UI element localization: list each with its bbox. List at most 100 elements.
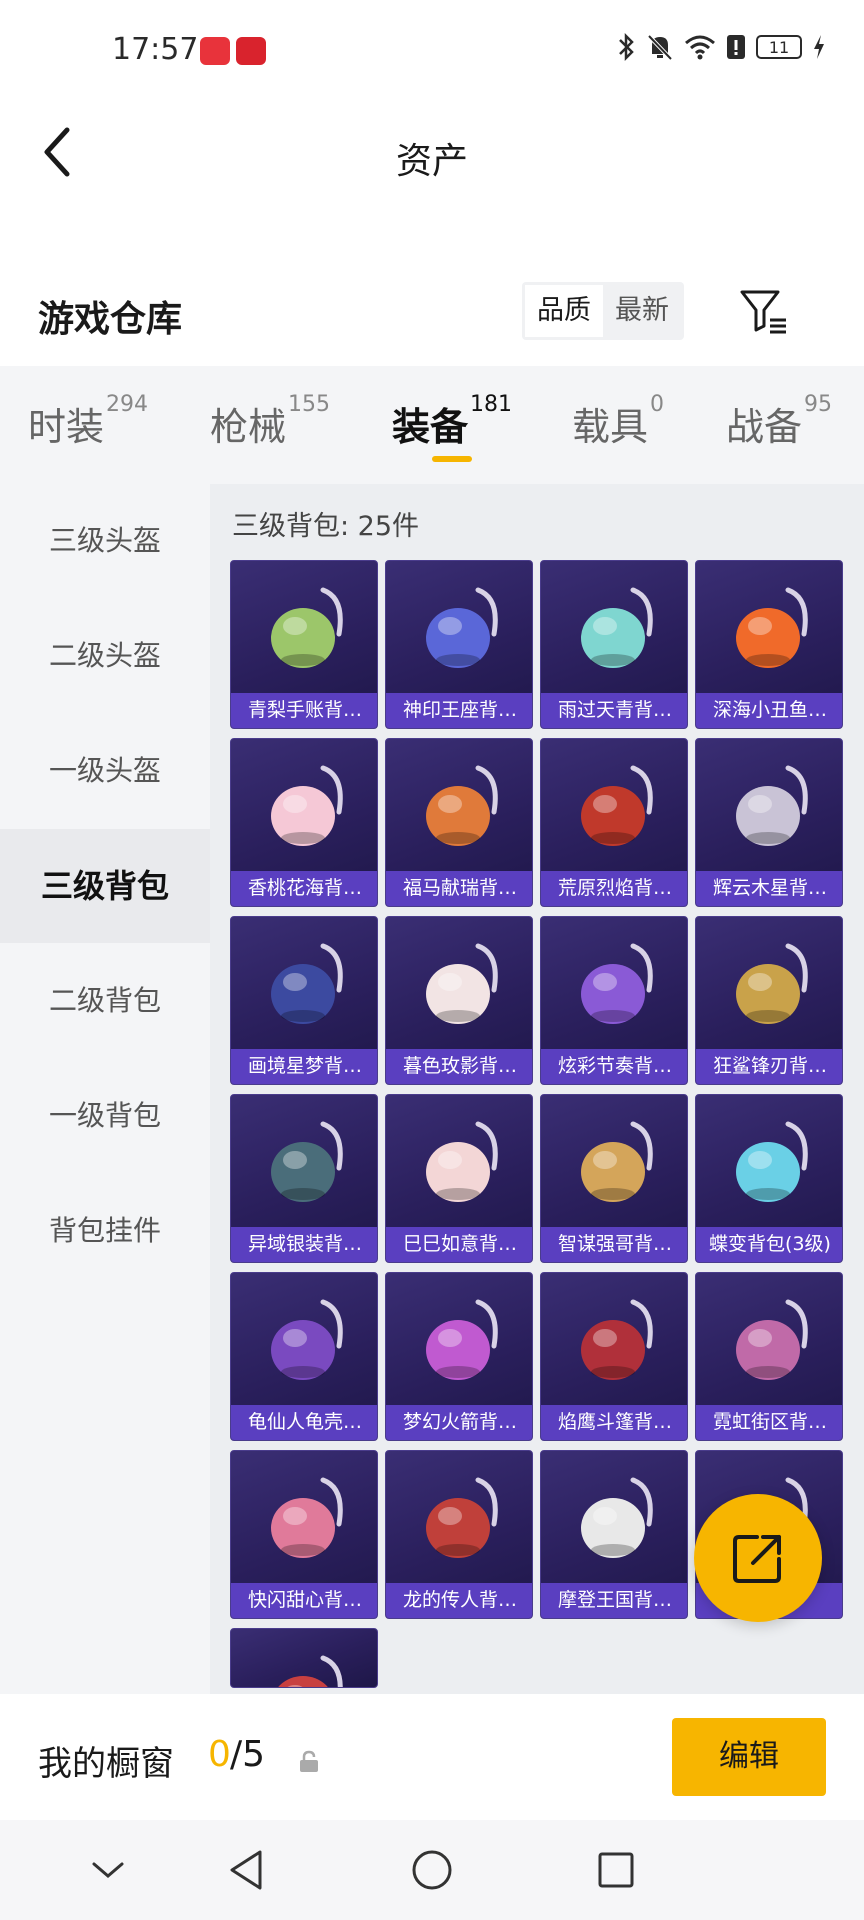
tab-count: 0 — [650, 392, 665, 417]
item-name-label: 智谋强哥背… — [541, 1227, 687, 1262]
sort-quality-option[interactable]: 品质 — [525, 285, 603, 337]
backpack-item-card[interactable]: 雨过天青背… — [540, 560, 688, 729]
tab-firearms[interactable]: 枪械155 — [210, 392, 330, 466]
subcategory-sidebar: 三级头盔 二级头盔 一级头盔 三级背包 二级背包 一级背包 背包挂件 — [0, 484, 210, 1694]
tab-label: 装备 — [392, 405, 469, 449]
item-name-label: 炫彩节奏背… — [541, 1049, 687, 1084]
item-name-label: 福马献瑞背… — [386, 871, 532, 906]
item-name-label: 雨过天青背… — [541, 693, 687, 728]
backpack-item-card[interactable]: 青梨手账背… — [230, 560, 378, 729]
item-count-label: 三级背包: 25件 — [232, 511, 420, 542]
page-header: 资产 — [0, 104, 864, 204]
peach-dress-backpack-icon — [231, 739, 377, 873]
backpack-item-card[interactable]: 神印王座背… — [385, 560, 533, 729]
system-home-button[interactable] — [404, 1842, 460, 1898]
sidebar-item-level1-helmet[interactable]: 一级头盔 — [0, 714, 210, 828]
system-recents-button[interactable] — [588, 1842, 644, 1898]
tab-label: 时装 — [28, 405, 105, 449]
showcase-label: 我的橱窗 — [38, 1744, 174, 1784]
bluetooth-icon — [619, 32, 634, 62]
filter-icon — [740, 290, 786, 334]
share-button[interactable] — [694, 1494, 822, 1622]
sort-newest-option[interactable]: 最新 — [603, 285, 681, 337]
backpack-item-card[interactable]: 巳巳如意背… — [385, 1094, 533, 1263]
backpack-item-card[interactable]: 龙的传人背… — [385, 1450, 533, 1619]
collapse-button[interactable] — [80, 1842, 136, 1898]
filter-button[interactable] — [738, 286, 790, 338]
backpack-item-card[interactable]: 梦幻火箭背… — [385, 1272, 533, 1441]
mute-icon — [647, 34, 673, 61]
notification-app-icon — [200, 37, 230, 65]
sidebar-item-level2-helmet[interactable]: 二级头盔 — [0, 599, 210, 713]
home-circle-icon — [412, 1850, 452, 1890]
backpack-item-card[interactable]: 深海小丑鱼… — [695, 560, 843, 729]
active-tab-indicator — [432, 456, 472, 462]
backpack-item-card[interactable]: 快闪甜心背… — [230, 1450, 378, 1619]
tab-fashion[interactable]: 时装294 — [28, 392, 148, 466]
mirror-backpack-icon — [231, 917, 377, 1051]
sort-toggle: 品质 最新 — [522, 282, 684, 340]
backpack-item-card[interactable]: 炫彩节奏背… — [540, 916, 688, 1085]
tab-count: 181 — [470, 392, 513, 417]
heart-backpack-icon — [231, 1451, 377, 1585]
sidebar-item-level1-backpack[interactable]: 一级背包 — [0, 1059, 210, 1173]
backpack-item-card[interactable]: 香桃花海背… — [230, 738, 378, 907]
tab-supplies[interactable]: 战备95 — [726, 392, 832, 466]
backpack-item-card[interactable]: 霓虹街区背… — [695, 1272, 843, 1441]
page-title: 资产 — [395, 141, 468, 182]
backpack-item-card[interactable]: 画境星梦背… — [230, 916, 378, 1085]
turtle-shell-icon — [231, 1273, 377, 1407]
warehouse-title: 游戏仓库 — [38, 299, 183, 340]
backpack-item-card[interactable]: 暮色玫影背… — [385, 916, 533, 1085]
share-icon — [733, 1535, 781, 1583]
item-name-label: 深海小丑鱼… — [696, 693, 842, 728]
item-name-label: 画境星梦背… — [231, 1049, 377, 1084]
tab-vehicles[interactable]: 载具0 — [572, 392, 664, 466]
item-name-label: 辉云木星背… — [696, 871, 842, 906]
item-name-label: 梦幻火箭背… — [386, 1405, 532, 1440]
backpack-item-card[interactable]: 摩登王国背… — [540, 1450, 688, 1619]
sidebar-item-level2-backpack[interactable]: 二级背包 — [0, 944, 210, 1058]
backpack-item-card[interactable]: 狂鲨锋刃背… — [695, 916, 843, 1085]
backpack-item-card[interactable]: 焰鹰斗篷背… — [540, 1272, 688, 1441]
neon-backpack-icon — [696, 1273, 842, 1407]
edit-button[interactable]: 编辑 — [672, 1718, 826, 1796]
item-name-label: 神印王座背… — [386, 693, 532, 728]
tab-count: 294 — [106, 392, 149, 417]
backpack-item-card[interactable]: 龟仙人龟壳… — [230, 1272, 378, 1441]
panda-backpack-icon — [541, 1451, 687, 1585]
chevron-down-icon — [92, 1862, 124, 1878]
sidebar-item-level3-helmet[interactable]: 三级头盔 — [0, 484, 210, 598]
item-name-label: 蝶变背包(3级) — [696, 1227, 842, 1262]
backpack-item-card[interactable]: 辉云木星背… — [695, 738, 843, 907]
status-time: 17:57 — [112, 32, 199, 67]
backpack-item-card[interactable]: 荒原烈焰背… — [540, 738, 688, 907]
item-name-label: 龙的传人背… — [386, 1583, 532, 1618]
dragon-backpack-icon — [386, 1451, 532, 1585]
sidebar-item-level3-backpack[interactable]: 三级背包 — [0, 829, 210, 943]
clownfish-backpack-icon — [696, 561, 842, 695]
backpack-item-card[interactable] — [230, 1628, 378, 1688]
red-white-backpack-icon — [231, 1629, 377, 1687]
item-name-label: 异域银装背… — [231, 1227, 377, 1262]
battery-icon: 11 — [756, 35, 802, 59]
backpack-item-card[interactable]: 智谋强哥背… — [540, 1094, 688, 1263]
butterfly-backpack-icon — [696, 1095, 842, 1229]
item-name-label: 焰鹰斗篷背… — [541, 1405, 687, 1440]
tab-label: 战备 — [726, 405, 803, 449]
item-name-label: 龟仙人龟壳… — [231, 1405, 377, 1440]
flame-backpack-icon — [541, 739, 687, 873]
sidebar-item-backpack-charm[interactable]: 背包挂件 — [0, 1174, 210, 1288]
eagle-backpack-icon — [541, 1273, 687, 1407]
backpack-item-card[interactable]: 异域银装背… — [230, 1094, 378, 1263]
system-back-button[interactable] — [218, 1842, 274, 1898]
status-bar: 17:57 11 — [0, 0, 864, 104]
lock-icon — [300, 1750, 318, 1772]
backpack-item-card[interactable]: 蝶变背包(3级) — [695, 1094, 843, 1263]
item-name-label: 狂鲨锋刃背… — [696, 1049, 842, 1084]
rocket-backpack-icon — [386, 1273, 532, 1407]
showcase-used-count: 0 — [208, 1734, 231, 1775]
shark-backpack-icon — [696, 917, 842, 1051]
backpack-item-card[interactable]: 福马献瑞背… — [385, 738, 533, 907]
doll-backpack-icon — [386, 917, 532, 1051]
